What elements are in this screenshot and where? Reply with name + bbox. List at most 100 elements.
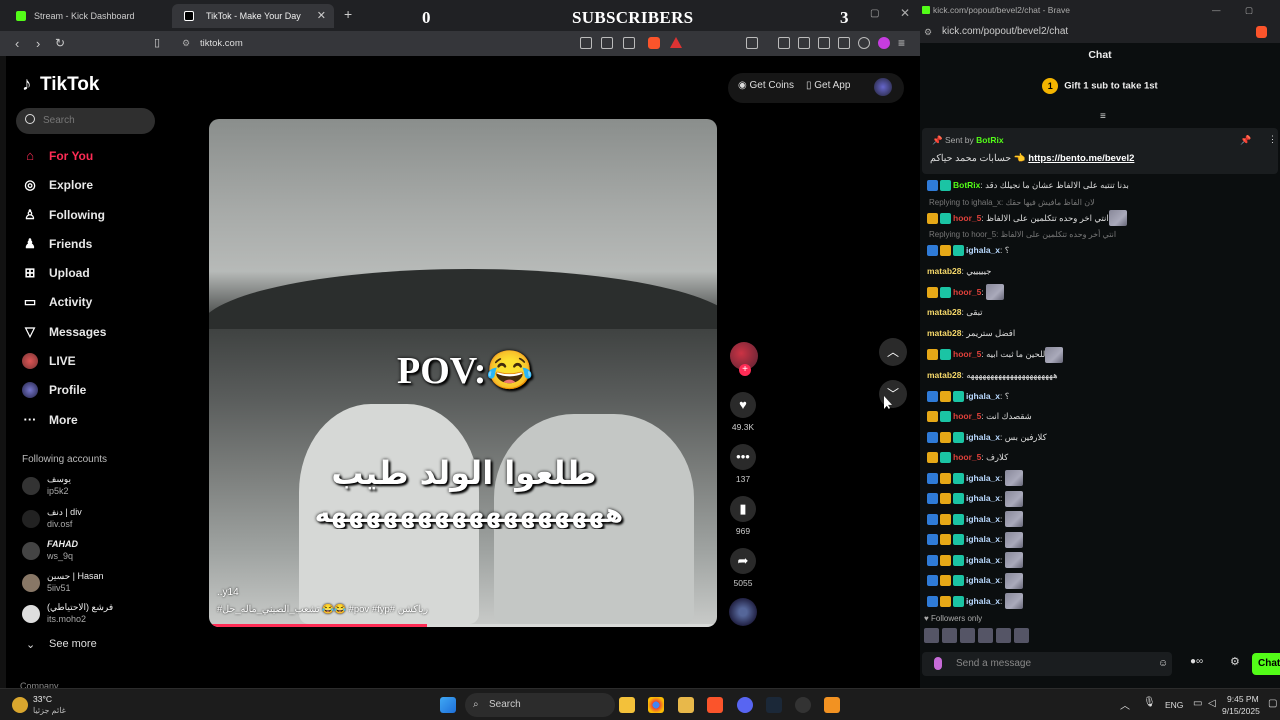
chat-message[interactable]: ighala_x: (927, 593, 1023, 610)
chat-username[interactable]: hoor_5 (953, 287, 981, 297)
url-field[interactable]: ⚙ tiktok.com (172, 34, 572, 53)
reply-context[interactable]: Replying to ighala_x: لان الفاظ مافيش في… (929, 198, 1095, 207)
chat-username[interactable]: matab28 (927, 266, 962, 276)
chat-message[interactable]: ighala_x: (927, 511, 1023, 528)
chat-message[interactable]: ighala_x: ؟ (927, 388, 1009, 404)
message-input[interactable]: Send a message ☺ (922, 652, 1172, 676)
sender-name[interactable]: BotRix (976, 135, 1003, 145)
chat-message[interactable]: ighala_x: (927, 552, 1023, 569)
chat-username[interactable]: ighala_x (966, 473, 1000, 483)
chat-message[interactable]: ighala_x: (927, 531, 1023, 548)
user-avatar[interactable] (874, 78, 892, 96)
chat-username[interactable]: matab28 (927, 370, 962, 380)
reply-context[interactable]: Replying to hoor_5: انتي أخر وحده تتكلمي… (929, 230, 1116, 239)
profile-icon[interactable] (878, 37, 890, 49)
site-info-icon[interactable]: ⚙ (182, 34, 190, 53)
following-account[interactable]: FAHAD ws_9q (22, 539, 162, 567)
chat-username[interactable]: hoor_5 (953, 452, 981, 462)
see-more-link[interactable]: ⌄ See more (22, 638, 97, 651)
following-account[interactable]: يوسف ip5k2 (22, 474, 162, 502)
kick-url-bar[interactable]: ⚙ kick.com/popout/bevel2/chat (920, 21, 1280, 43)
chat-message[interactable]: hoor_5: للحين ما ثبت ابيه (927, 346, 1064, 363)
brave-shield-icon[interactable] (648, 37, 660, 49)
brave-icon[interactable] (707, 697, 723, 713)
weather-condition[interactable]: غائم جزئيا (33, 706, 66, 715)
chat-message[interactable]: matab28: افضل ستريمر (927, 325, 1015, 341)
nav-following[interactable]: ♙ Following (22, 204, 105, 226)
back-icon[interactable]: ‹ (15, 36, 19, 51)
chat-username[interactable]: BotRix (953, 180, 980, 190)
bookmark-icon[interactable]: ▯ (154, 36, 160, 49)
unpin-icon[interactable]: 📌 (1240, 135, 1251, 146)
file-explorer-icon[interactable] (619, 697, 635, 713)
nav-activity[interactable]: ▭ Activity (22, 291, 93, 313)
chat-message[interactable]: ighala_x: (927, 572, 1023, 589)
volume-icon[interactable]: ◁ (1208, 698, 1216, 709)
maximize-icon[interactable]: ▢ (870, 8, 879, 19)
leo-icon[interactable] (838, 37, 850, 49)
weather-icon[interactable] (12, 697, 28, 713)
nav-explore[interactable]: ◎ Explore (22, 174, 93, 196)
tiktok-logo[interactable]: ♪ TikTok (22, 74, 99, 96)
app-icon[interactable] (824, 697, 840, 713)
chat-username[interactable]: ighala_x (966, 245, 1000, 255)
pinned-link[interactable]: https://bento.me/bevel2 (1028, 153, 1134, 164)
brave-shield-icon[interactable] (1256, 26, 1267, 38)
minimize-icon[interactable]: — (1212, 0, 1221, 21)
following-account[interactable]: فرشع (الاحتياطي) its.moho2 (22, 602, 162, 630)
more-options-icon[interactable]: ⋮ (1268, 134, 1277, 145)
get-app-button[interactable]: ▯ Get App (806, 80, 850, 91)
vpn-icon[interactable] (858, 37, 870, 49)
chat-username[interactable]: ighala_x (966, 575, 1000, 585)
new-tab-button[interactable]: + (344, 6, 352, 22)
chat-username[interactable]: matab28 (927, 307, 962, 317)
chat-username[interactable]: ighala_x (966, 432, 1000, 442)
mic-icon[interactable] (934, 657, 942, 670)
follow-plus-icon[interactable]: + (739, 364, 751, 376)
video-player[interactable]: POV:😂 طلعوا الولد طيب هههههههههههههههههه… (209, 119, 717, 627)
chat-message[interactable]: ighala_x: (927, 470, 1023, 487)
music-disc-icon[interactable] (729, 598, 757, 626)
share-button[interactable]: ➦ 5055 (730, 548, 756, 588)
microphone-icon[interactable]: 🎙 (1143, 697, 1156, 708)
previous-video-button[interactable]: ︿ (879, 338, 907, 366)
chat-username[interactable]: ighala_x (966, 534, 1000, 544)
video-author[interactable]: ..y14 (217, 587, 239, 598)
nav-friends[interactable]: ♟ Friends (22, 233, 92, 255)
chat-username[interactable]: ighala_x (966, 514, 1000, 524)
video-progress-bar[interactable] (209, 624, 717, 627)
reload-icon[interactable]: ↻ (55, 36, 65, 50)
chat-send-button[interactable]: Chat (1252, 653, 1280, 675)
site-info-icon[interactable]: ⚙ (924, 21, 932, 43)
chat-username[interactable]: ighala_x (966, 493, 1000, 503)
chat-username[interactable]: matab28 (927, 328, 962, 338)
chat-username[interactable]: ighala_x (966, 555, 1000, 565)
tray-chevron-icon[interactable]: ︿ (1120, 697, 1130, 712)
users-icon[interactable]: ●∞ (1190, 656, 1203, 667)
chat-message[interactable]: matab28: تبقى (927, 304, 983, 320)
chat-message[interactable]: ighala_x: (927, 490, 1023, 507)
notification-icon[interactable]: ▢ (1268, 698, 1277, 709)
nav-live[interactable]: LIVE (22, 350, 76, 372)
chat-username[interactable]: ighala_x (966, 596, 1000, 606)
next-video-button[interactable]: ﹀ (879, 380, 907, 408)
tab-kick-dashboard[interactable]: Stream - Kick Dashboard (0, 4, 170, 28)
forward-icon[interactable]: › (36, 36, 40, 51)
tab-tiktok[interactable]: TikTok - Make Your Day ✕ (172, 4, 334, 28)
media-icon[interactable] (778, 37, 790, 49)
video-description[interactable]: #تشعب_الصيني_ماله_حل 😂😂 #pov #fyp# رياكش… (217, 604, 428, 615)
menu-icon[interactable]: ≡ (898, 36, 905, 50)
steam-icon[interactable] (766, 697, 782, 713)
brave-rewards-icon[interactable] (670, 37, 682, 48)
search-input[interactable]: Search (16, 108, 155, 134)
chat-message[interactable]: hoor_5: انتي اخر وحده تتكلمين على الالفا… (927, 210, 1127, 227)
clock-time[interactable]: 9:45 PM (1227, 694, 1259, 704)
following-account[interactable]: دنف | div div.osf (22, 507, 162, 535)
reader-icon[interactable] (746, 37, 758, 49)
chat-message[interactable]: BotRix: بدنا تنتبه على الالفاظ عشان ما ن… (927, 177, 1129, 193)
network-icon[interactable]: ▭ (1193, 698, 1202, 709)
close-tab-icon[interactable]: ✕ (317, 4, 326, 28)
gift-sub-banner[interactable]: 1 Gift 1 sub to take 1st (920, 78, 1280, 94)
like-button[interactable]: ♥ 49.3K (730, 392, 756, 432)
comment-button[interactable]: ••• 137 (730, 444, 756, 484)
